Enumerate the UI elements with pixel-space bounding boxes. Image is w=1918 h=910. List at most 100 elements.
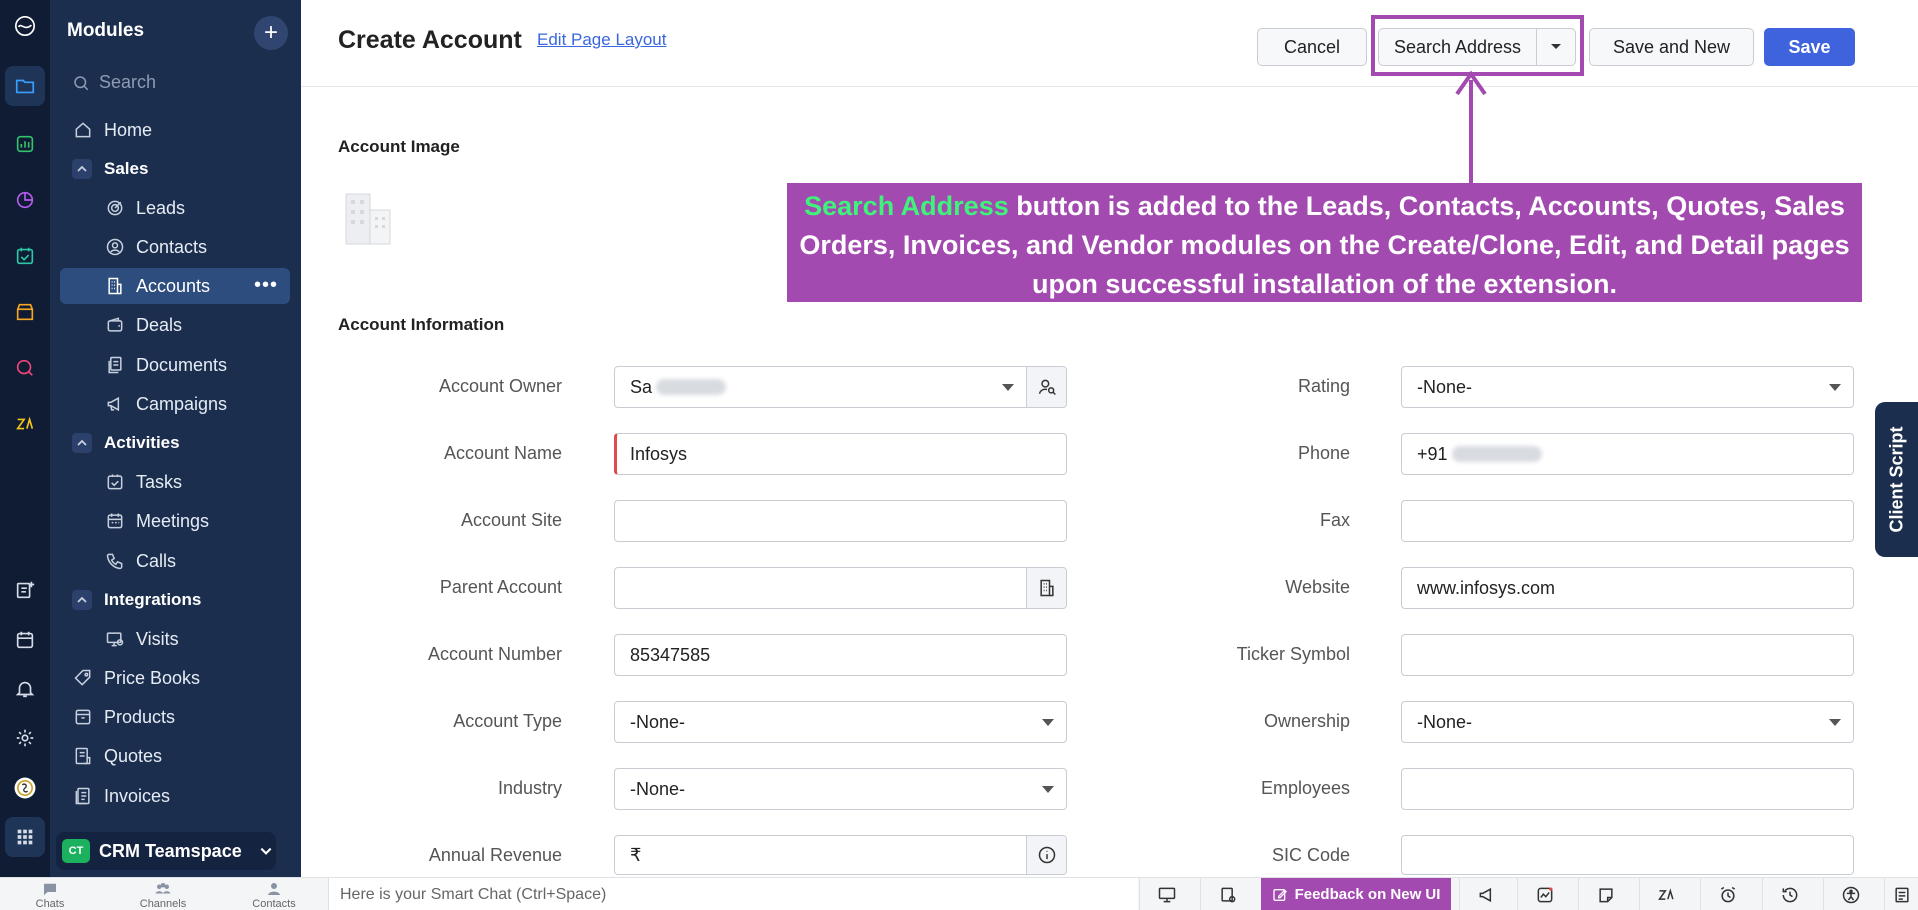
zia-icon[interactable] bbox=[5, 404, 45, 444]
search-analytics-icon[interactable] bbox=[5, 348, 45, 388]
sidebar-item-price-books[interactable]: Price Books bbox=[60, 660, 290, 696]
teamspace-switcher[interactable]: CT CRM Teamspace bbox=[56, 832, 276, 870]
sidebar-item-meetings[interactable]: Meetings bbox=[60, 503, 290, 539]
more-options-icon[interactable]: ••• bbox=[254, 274, 278, 297]
account-number-field[interactable]: 85347585 bbox=[614, 634, 1067, 676]
chevron-up-icon bbox=[72, 159, 92, 179]
calendar-icon[interactable] bbox=[5, 620, 45, 660]
activity-icon[interactable] bbox=[1517, 878, 1571, 910]
sidebar-item-home[interactable]: Home bbox=[60, 112, 290, 148]
leads-icon bbox=[104, 197, 126, 219]
user-lookup-icon[interactable] bbox=[1026, 367, 1066, 407]
reports-icon[interactable] bbox=[5, 124, 45, 164]
accessibility-icon[interactable] bbox=[1823, 878, 1877, 910]
notes-add-icon[interactable] bbox=[5, 570, 45, 610]
sidebar-item-leads[interactable]: Leads bbox=[60, 190, 290, 226]
website-field[interactable]: www.infosys.com bbox=[1401, 567, 1854, 609]
sidebar-item-calls[interactable]: Calls bbox=[60, 543, 290, 579]
sidebar-group-activities[interactable]: Activities bbox=[60, 425, 290, 461]
fax-field[interactable] bbox=[1401, 500, 1854, 542]
save-button[interactable]: Save bbox=[1764, 28, 1855, 66]
analytics-icon[interactable] bbox=[5, 180, 45, 220]
sidebar-group-sales[interactable]: Sales bbox=[60, 151, 290, 187]
sidebar-item-accounts[interactable]: Accounts ••• bbox=[60, 268, 290, 304]
ticker-symbol-field[interactable] bbox=[1401, 634, 1854, 676]
account-site-field[interactable] bbox=[614, 500, 1067, 542]
account-image-placeholder-icon[interactable] bbox=[340, 188, 396, 250]
announcement-icon[interactable] bbox=[1459, 878, 1513, 910]
sidebar-item-contacts[interactable]: Contacts bbox=[60, 229, 290, 265]
edit-page-layout-link[interactable]: Edit Page Layout bbox=[537, 30, 666, 50]
bell-icon[interactable] bbox=[5, 669, 45, 709]
smart-chat-input[interactable]: Here is your Smart Chat (Ctrl+Space) bbox=[328, 878, 1138, 910]
account-owner-label: Account Owner bbox=[438, 376, 562, 396]
avatar[interactable] bbox=[5, 768, 45, 808]
sidebar-group-integrations[interactable]: Integrations bbox=[60, 582, 290, 618]
account-name-field[interactable]: Infosys bbox=[614, 433, 1067, 475]
sidebar-item-campaigns[interactable]: Campaigns bbox=[60, 386, 290, 422]
gear-icon[interactable] bbox=[5, 718, 45, 758]
zia-assistant-icon[interactable] bbox=[1639, 878, 1693, 910]
modules-folder-icon[interactable] bbox=[5, 66, 45, 106]
industry-select[interactable]: -None- bbox=[614, 768, 1067, 810]
client-script-tab[interactable]: Client Script bbox=[1875, 402, 1918, 557]
apps-grid-icon[interactable] bbox=[5, 817, 45, 857]
cancel-button[interactable]: Cancel bbox=[1257, 28, 1367, 66]
info-icon[interactable] bbox=[1026, 836, 1066, 874]
add-module-button[interactable]: + bbox=[254, 16, 288, 50]
parent-account-field[interactable] bbox=[614, 567, 1067, 609]
phone-field[interactable]: +91 bbox=[1401, 433, 1854, 475]
history-icon[interactable] bbox=[1762, 878, 1816, 910]
planner-icon[interactable] bbox=[5, 236, 45, 276]
chevron-up-icon bbox=[72, 433, 92, 453]
sticky-note-icon[interactable] bbox=[1578, 878, 1632, 910]
redacted-name bbox=[656, 379, 727, 395]
chevron-down-icon[interactable] bbox=[1829, 719, 1841, 726]
sidebar-item-label: Home bbox=[104, 119, 153, 140]
sidebar-item-label: Visits bbox=[136, 628, 179, 649]
sidebar-item-deals[interactable]: Deals bbox=[60, 307, 290, 343]
account-lookup-icon[interactable] bbox=[1026, 568, 1066, 608]
marketplace-icon[interactable] bbox=[5, 292, 45, 332]
chevron-down-icon[interactable] bbox=[1042, 786, 1054, 793]
sidebar-item-visits[interactable]: Visits bbox=[60, 621, 290, 657]
employees-field[interactable] bbox=[1401, 768, 1854, 810]
account-owner-field[interactable]: Sa bbox=[614, 366, 1067, 408]
annual-revenue-field[interactable]: ₹ bbox=[614, 835, 1067, 875]
contacts-button[interactable]: Contacts bbox=[224, 880, 324, 910]
zoho-logo-icon[interactable] bbox=[5, 6, 45, 46]
sidebar-item-label: Quotes bbox=[104, 745, 163, 766]
sidebar-search[interactable]: Search bbox=[72, 72, 156, 93]
header-divider bbox=[301, 86, 1918, 87]
edit-icon bbox=[1272, 888, 1287, 901]
record-icon[interactable] bbox=[1200, 878, 1254, 910]
contact-icon bbox=[268, 883, 280, 895]
notes-icon[interactable] bbox=[1884, 878, 1918, 910]
chevron-down-icon[interactable] bbox=[1042, 719, 1054, 726]
sidebar-item-documents[interactable]: Documents bbox=[60, 347, 290, 383]
sic-code-field[interactable] bbox=[1401, 835, 1854, 875]
channels-button[interactable]: Channels bbox=[113, 880, 213, 910]
sidebar-item-invoices[interactable]: Invoices bbox=[60, 778, 290, 814]
account-type-label: Account Type bbox=[453, 711, 562, 731]
screen-share-icon[interactable] bbox=[1139, 878, 1193, 910]
megaphone-icon bbox=[104, 393, 126, 415]
alarm-clock-icon[interactable] bbox=[1700, 878, 1754, 910]
account-type-select[interactable]: -None- bbox=[614, 701, 1067, 743]
sidebar-item-quotes[interactable]: Quotes bbox=[60, 738, 290, 774]
ownership-select[interactable]: -None- bbox=[1401, 701, 1854, 743]
sidebar-item-products[interactable]: Products bbox=[60, 699, 290, 735]
rating-select[interactable]: -None- bbox=[1401, 366, 1854, 408]
save-and-new-button[interactable]: Save and New bbox=[1589, 28, 1754, 66]
sidebar-item-tasks[interactable]: Tasks bbox=[60, 464, 290, 500]
feedback-button[interactable]: Feedback on New UI bbox=[1261, 878, 1451, 910]
teamspace-label: CRM Teamspace bbox=[99, 840, 242, 861]
chevron-down-icon[interactable] bbox=[1002, 384, 1014, 391]
fax-label: Fax bbox=[1319, 510, 1350, 530]
sidebar-item-label: Tasks bbox=[136, 471, 183, 492]
parent-account-label: Parent Account bbox=[439, 577, 562, 597]
chats-button[interactable]: Chats bbox=[0, 880, 100, 910]
chevron-down-icon[interactable] bbox=[1829, 384, 1841, 391]
search-icon bbox=[74, 75, 89, 90]
modules-sidebar: Modules + Search Home Sales Leads Contac… bbox=[50, 0, 301, 877]
